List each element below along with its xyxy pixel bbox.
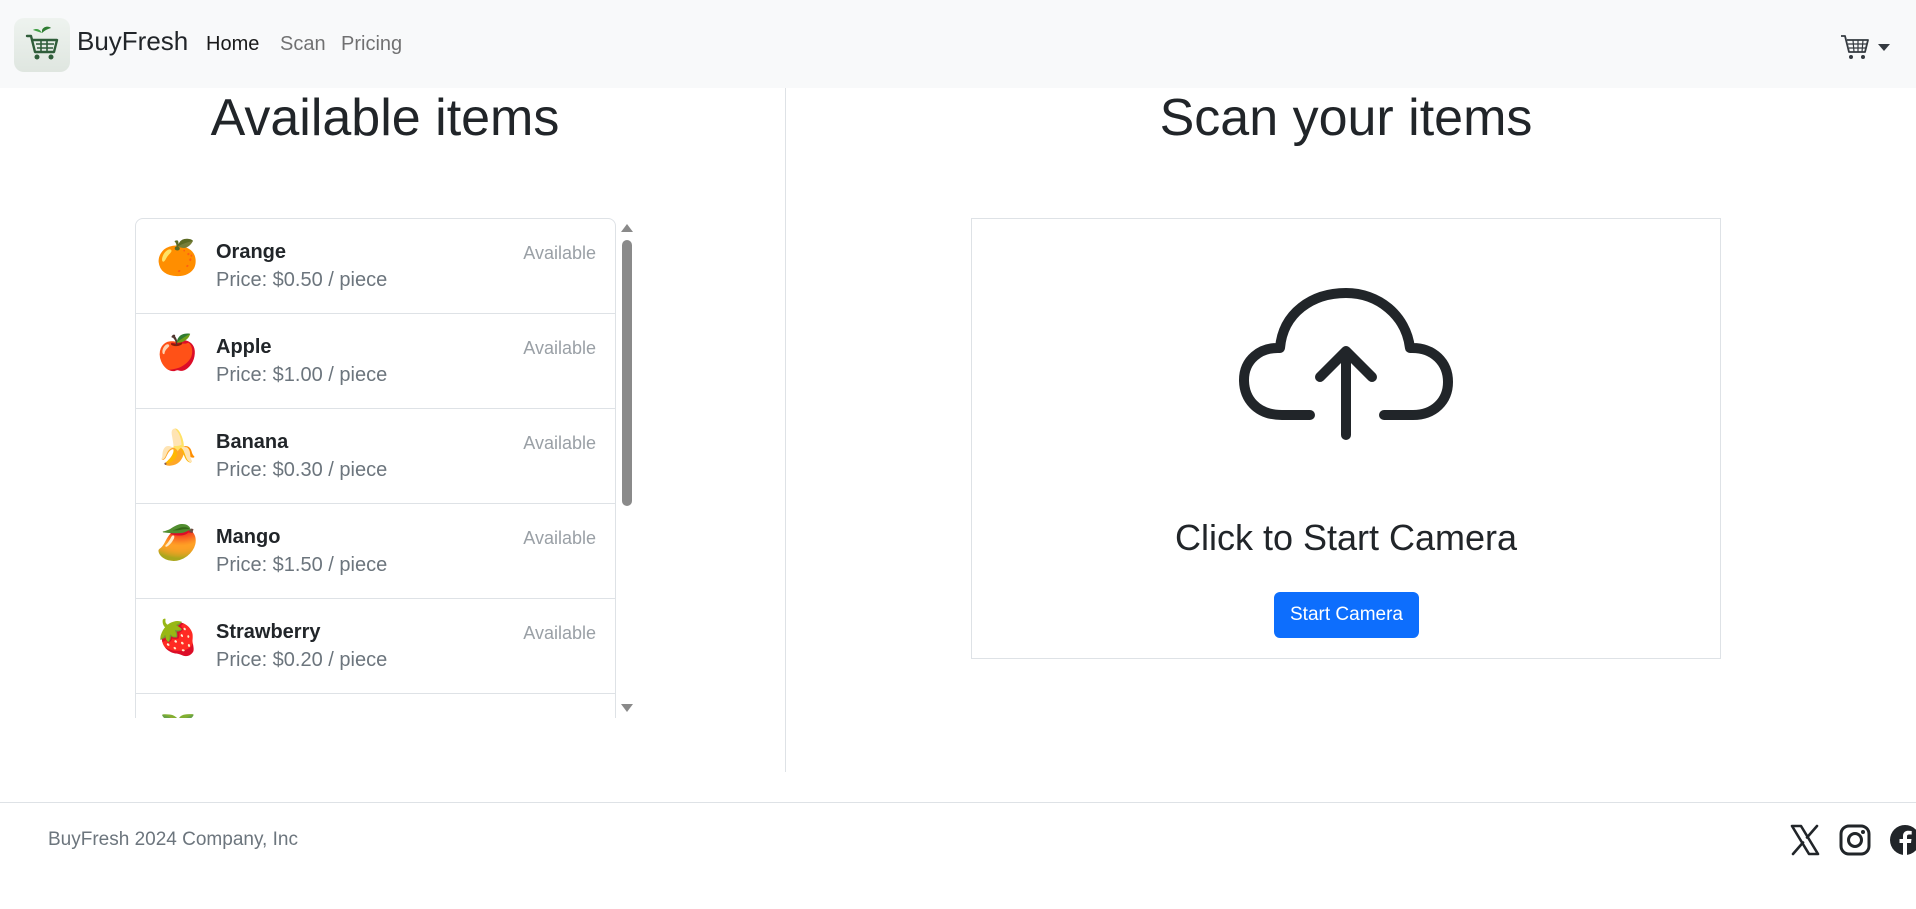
list-item-mango[interactable]: 🥭 Mango Price: $1.50 / piece Available bbox=[136, 504, 615, 599]
scrollbar-thumb[interactable] bbox=[622, 240, 632, 506]
instagram-icon[interactable] bbox=[1839, 824, 1871, 858]
strawberry-icon: 🍓 bbox=[156, 619, 199, 657]
x-icon[interactable] bbox=[1790, 824, 1822, 858]
nav-link-home[interactable]: Home bbox=[206, 33, 259, 56]
available-items-title: Available items bbox=[210, 89, 560, 147]
start-camera-button[interactable]: Start Camera bbox=[1274, 592, 1419, 638]
item-name: Orange bbox=[216, 241, 287, 263]
list-item-apple[interactable]: 🍎 Apple Price: $1.00 / piece Available bbox=[136, 314, 615, 409]
items-list: 🍊 Orange Price: $0.50 / piece Available … bbox=[135, 218, 616, 718]
item-name: Mango bbox=[216, 526, 281, 548]
item-price: Price: $1.50 / piece bbox=[216, 554, 388, 576]
item-price: Price: $0.30 / piece bbox=[216, 459, 388, 481]
item-status: Available bbox=[523, 623, 596, 643]
list-item-banana[interactable]: 🍌 Banana Price: $0.30 / piece Available bbox=[136, 409, 615, 504]
chevron-down-icon bbox=[1878, 43, 1890, 51]
items-list-scroll[interactable]: 🍊 Orange Price: $0.50 / piece Available … bbox=[135, 218, 635, 718]
nav-link-scan[interactable]: Scan bbox=[280, 33, 326, 56]
item-price: Price: $1.00 / piece bbox=[216, 364, 388, 386]
item-price: Price: $0.20 / piece bbox=[216, 649, 388, 671]
item-status: Available bbox=[523, 338, 596, 358]
brand-logo[interactable] bbox=[14, 18, 70, 72]
footer-divider bbox=[0, 802, 1916, 803]
camera-dropzone[interactable]: Click to Start Camera Start Camera bbox=[971, 218, 1721, 659]
cart-dropdown-toggle[interactable] bbox=[1840, 30, 1900, 64]
navbar: BuyFresh Home Scan Pricing bbox=[0, 0, 1916, 88]
list-scrollbar[interactable] bbox=[619, 218, 635, 718]
cloud-upload-icon bbox=[1239, 288, 1453, 440]
item-status: Available bbox=[523, 433, 596, 453]
peach-icon: 🍑 bbox=[156, 714, 198, 718]
list-item-partial[interactable]: 🍑 bbox=[136, 694, 615, 718]
mango-icon: 🥭 bbox=[156, 524, 199, 562]
item-name: Strawberry bbox=[216, 621, 321, 643]
orange-icon: 🍊 bbox=[156, 239, 199, 277]
item-status: Available bbox=[523, 528, 596, 548]
start-camera-prompt: Click to Start Camera bbox=[1174, 517, 1518, 558]
cart-icon bbox=[1841, 35, 1869, 59]
facebook-icon[interactable] bbox=[1889, 824, 1916, 858]
item-name: Banana bbox=[216, 431, 289, 453]
scan-items-title: Scan your items bbox=[1159, 89, 1533, 147]
banana-icon: 🍌 bbox=[156, 429, 199, 467]
apple-icon: 🍎 bbox=[156, 334, 199, 372]
scroll-down-arrow-icon[interactable] bbox=[621, 704, 633, 712]
item-price: Price: $0.50 / piece bbox=[216, 269, 388, 291]
column-divider bbox=[785, 88, 786, 772]
basket-icon bbox=[25, 26, 59, 60]
item-name: Apple bbox=[216, 336, 272, 358]
item-status: Available bbox=[523, 243, 596, 263]
brand-name[interactable]: BuyFresh bbox=[77, 26, 188, 57]
list-item-orange[interactable]: 🍊 Orange Price: $0.50 / piece Available bbox=[136, 219, 615, 314]
scroll-up-arrow-icon[interactable] bbox=[621, 224, 633, 232]
list-item-strawberry[interactable]: 🍓 Strawberry Price: $0.20 / piece Availa… bbox=[136, 599, 615, 694]
footer-copyright: BuyFresh 2024 Company, Inc bbox=[48, 829, 298, 850]
nav-link-pricing[interactable]: Pricing bbox=[341, 33, 402, 56]
